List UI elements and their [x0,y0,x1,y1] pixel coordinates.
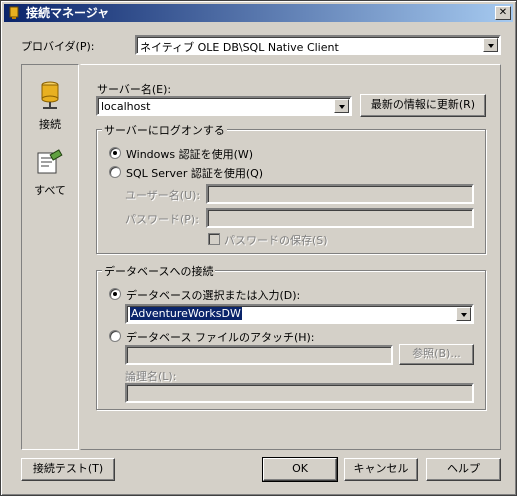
server-name-select[interactable]: localhost [96,96,352,116]
test-connection-button[interactable]: 接続テスト(T) [21,458,115,481]
username-label: ユーザー名(U): [125,189,201,202]
chevron-down-icon[interactable] [334,99,349,113]
cancel-button[interactable]: キャンセル [344,458,418,481]
sidebar-item-label: すべて [34,184,66,197]
connection-manager-window: 接続マネージャ ✕ プロバイダ(P): ネイティブ OLE DB\SQL Nat… [0,0,517,496]
logical-name-label: 論理名(L): [125,370,177,383]
save-password-checkbox[interactable] [208,233,220,245]
close-icon: ✕ [498,7,508,18]
sql-auth-radio[interactable] [109,166,121,178]
sql-auth-label[interactable]: SQL Server 認証を使用(Q) [126,165,263,181]
sidebar-item-label: 接続 [39,118,61,131]
provider-value: ネイティブ OLE DB\SQL Native Client [140,41,339,54]
close-button[interactable]: ✕ [495,6,511,20]
windows-auth-label[interactable]: Windows 認証を使用(W) [126,146,253,162]
sidebar: 接続 すべて [21,64,79,450]
sidebar-item-connection[interactable]: 接続 [23,81,77,132]
database-select-value: AdventureWorksDW [130,307,242,320]
database-select[interactable]: AdventureWorksDW [125,304,474,324]
help-button[interactable]: ヘルプ [426,458,501,481]
ok-button[interactable]: OK [262,457,338,482]
attach-database-radio[interactable] [109,330,121,342]
save-password-label[interactable]: パスワードの保存(S) [224,232,328,248]
attach-file-field[interactable] [125,345,393,365]
sidebar-item-all[interactable]: すべて [23,149,77,198]
provider-label: プロバイダ(P): [21,40,95,53]
windows-auth-radio[interactable] [109,147,121,159]
logical-name-field[interactable] [125,383,474,403]
browse-button[interactable]: 参照(B)... [399,344,474,365]
password-field[interactable] [206,208,474,228]
database-icon [9,6,19,19]
chevron-down-icon[interactable] [483,38,498,52]
username-field[interactable] [206,184,474,204]
provider-select[interactable]: ネイティブ OLE DB\SQL Native Client [135,35,501,55]
properties-icon [37,149,63,174]
database-group-title: データベースへの接続 [102,263,216,279]
select-database-radio[interactable] [109,288,121,300]
window-title: 接続マネージャ [26,6,110,20]
refresh-button[interactable]: 最新の情報に更新(R) [360,94,486,117]
database-icon [41,81,59,109]
attach-database-label[interactable]: データベース ファイルのアタッチ(H): [126,329,315,345]
logon-group-title: サーバーにログオンする [102,122,227,138]
password-label: パスワード(P): [125,213,199,226]
server-name-label: サーバー名(E): [97,83,172,96]
chevron-down-icon[interactable] [456,307,471,321]
title-bar[interactable]: 接続マネージャ ✕ [4,4,513,22]
select-database-label[interactable]: データベースの選択または入力(D): [126,287,300,303]
server-name-value: localhost [101,100,151,113]
